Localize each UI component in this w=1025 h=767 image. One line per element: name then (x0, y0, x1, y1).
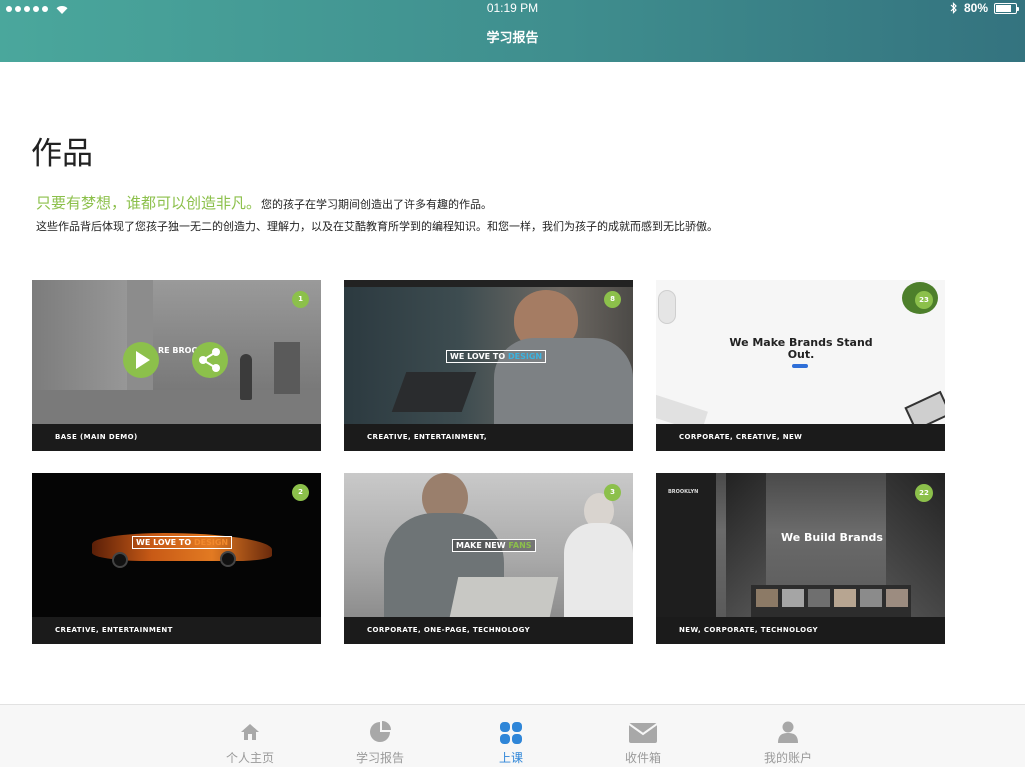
work-caption: CREATIVE, ENTERTAINMENT, (344, 424, 633, 451)
work-caption: CREATIVE, ENTERTAINMENT (32, 617, 321, 644)
tab-bar: 个人主页 学习报告 上课 收件箱 我的账户 (0, 704, 1025, 767)
work-caption: CORPORATE, ONE-PAGE, TECHNOLOGY (344, 617, 633, 644)
intro-line-2: 这些作品背后体现了您孩子独一无二的创造力、理解力，以及在艾酷教育所学到的编程知识… (36, 220, 718, 233)
hero-text: MAKE NEW FANS (452, 539, 536, 552)
tab-label: 上课 (498, 751, 523, 765)
home-icon (241, 724, 259, 740)
status-right: 80% (950, 1, 1019, 15)
nav-title: 学习报告 (486, 31, 539, 46)
tab-home[interactable]: 个人主页 (210, 705, 290, 767)
pie-chart-icon (370, 721, 391, 742)
intro-line-1: 只要有梦想，谁都可以创造非凡。您的孩子在学习期间创造出了许多有趣的作品。 (36, 192, 492, 213)
battery-fill (996, 4, 1011, 12)
work-count-badge: 1 (292, 291, 309, 308)
work-card[interactable]: WE LOVE TO DESIGN 8 CREATIVE, ENTERTAINM… (344, 280, 633, 451)
tab-label: 我的账户 (763, 751, 812, 765)
work-card[interactable]: We Make Brands Stand Out. 23 CORPORATE, … (656, 280, 945, 451)
page-title: 作品 (31, 136, 93, 172)
work-thumbnail[interactable]: We Make Brands Stand Out. (656, 280, 945, 424)
hero-text: WE LOVE TO DESIGN (446, 350, 547, 363)
work-count-badge: 8 (604, 291, 621, 308)
work-count-badge: 3 (604, 484, 621, 501)
work-thumbnail[interactable]: MAKE NEW FANS (344, 473, 633, 617)
intro-text: 您的孩子在学习期间创造出了许多有趣的作品。 (261, 198, 493, 211)
work-caption: BASE (MAIN DEMO) (32, 424, 321, 451)
work-count-badge: 2 (292, 484, 309, 501)
tab-label: 个人主页 (225, 751, 274, 765)
work-thumbnail[interactable]: RE BROO (32, 280, 321, 424)
work-card[interactable]: RE BROO 1 BASE (MAIN DEMO) (32, 280, 321, 451)
battery-percent: 80% (963, 1, 988, 15)
work-thumbnail[interactable]: WE LOVE TO DESIGN (32, 473, 321, 617)
brand-logo: BROOKLYN (668, 489, 699, 495)
slogan-text: 只要有梦想，谁都可以创造非凡。 (36, 194, 262, 212)
work-card[interactable]: BROOKLYN We Build Brands 22 NEW, CORPORA… (656, 473, 945, 644)
mail-icon (629, 723, 657, 743)
tab-account[interactable]: 我的账户 (748, 705, 828, 767)
bluetooth-icon (950, 2, 957, 14)
work-card[interactable]: MAKE NEW FANS 3 CORPORATE, ONE-PAGE, TEC… (344, 473, 633, 644)
play-icon[interactable] (122, 341, 160, 379)
work-caption: CORPORATE, CREATIVE, NEW (656, 424, 945, 451)
tab-label: 收件箱 (624, 751, 661, 765)
tab-label: 学习报告 (355, 751, 404, 765)
work-caption: NEW, CORPORATE, TECHNOLOGY (656, 617, 945, 644)
work-thumbnail[interactable]: BROOKLYN We Build Brands (656, 473, 945, 617)
status-time: 01:19 PM (486, 1, 539, 15)
tab-inbox[interactable]: 收件箱 (603, 705, 683, 767)
grid-icon (500, 722, 522, 744)
tab-study-report[interactable]: 学习报告 (340, 705, 420, 767)
hero-text: We Build Brands (781, 531, 883, 544)
user-icon (778, 721, 798, 743)
battery-icon (994, 2, 1019, 14)
share-icon[interactable] (191, 341, 229, 379)
app-screen: 01:19 PM 80% 学习报告 作品 只要有梦想，谁都可以创造非凡。您的孩子… (0, 0, 1025, 767)
hero-text: WE LOVE TO DESIGN (132, 536, 233, 549)
work-thumbnail[interactable]: WE LOVE TO DESIGN (344, 280, 633, 424)
tab-class[interactable]: 上课 (471, 705, 551, 767)
work-card[interactable]: WE LOVE TO DESIGN 2 CREATIVE, ENTERTAINM… (32, 473, 321, 644)
work-count-badge: 22 (915, 484, 933, 502)
work-count-badge: 23 (915, 291, 933, 309)
header-bar: 01:19 PM 80% 学习报告 (0, 0, 1025, 62)
hero-text: We Make Brands Stand Out. (729, 336, 873, 361)
